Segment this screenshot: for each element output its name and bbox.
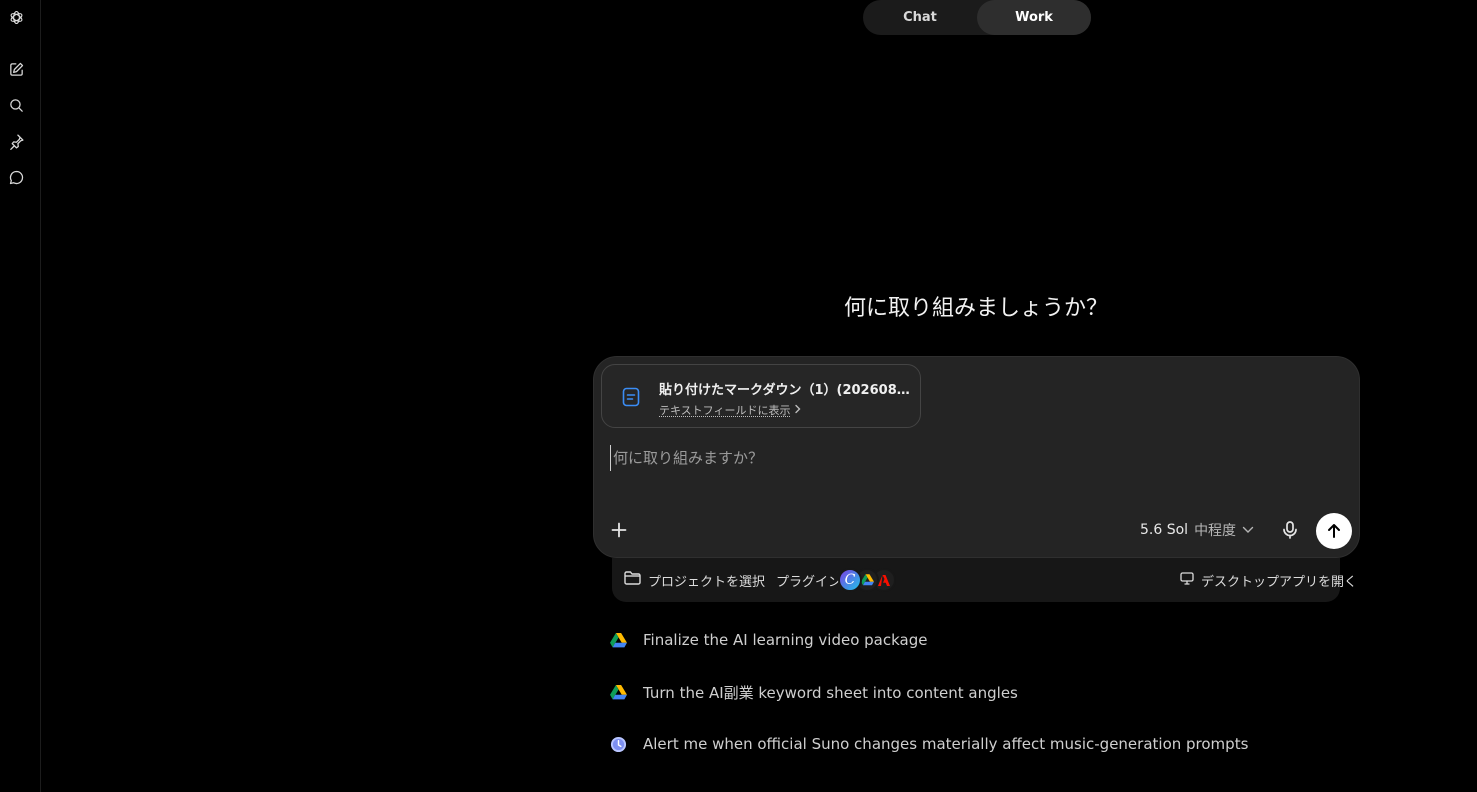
monitor-icon [1180,571,1194,589]
effort-level: 中程度 [1194,523,1237,539]
mode-toggle: Chat Work [863,0,1091,35]
suggestion-text: Finalize the AI learning video package [643,631,928,649]
arrow-up-icon [1328,524,1340,538]
select-project-button[interactable]: プロジェクトを選択 [624,558,765,602]
pin-icon[interactable] [5,130,27,152]
suggestion-text: Turn the AI副業 keyword sheet into content… [643,683,1018,702]
chevron-right-icon [794,404,802,417]
model-name: 5.6 Sol [1140,522,1189,538]
microphone-icon [1283,521,1297,539]
tab-work[interactable]: Work [977,0,1091,35]
composer: 貼り付けたマークダウン（1）(20260807-0... テキストフィールドに表… [593,356,1360,558]
google-drive-icon [609,631,627,649]
open-desktop-app-label: デスクトップアプリを開く [1201,574,1358,590]
tab-chat[interactable]: Chat [863,0,977,35]
new-chat-icon[interactable] [5,58,27,80]
send-button[interactable] [1316,513,1352,549]
google-drive-icon [609,683,627,701]
suggestion-item[interactable]: Finalize the AI learning video package [609,628,927,652]
plugin-badges[interactable]: C [838,568,898,592]
folder-icon [624,571,641,589]
model-selector[interactable]: 5.6 Sol 中程度 [1140,519,1254,541]
open-desktop-app-button[interactable]: デスクトップアプリを開く [1180,558,1357,602]
attachment-title: 貼り付けたマークダウン（1）(20260807-0... [659,383,911,398]
suggestion-item[interactable]: Alert me when official Suno changes mate… [609,732,1248,756]
plugins-button[interactable]: プラグイン [776,558,841,602]
attachment-card[interactable]: 貼り付けたマークダウン（1）(20260807-0... テキストフィールドに表… [601,364,921,428]
attachment-show-link[interactable]: テキストフィールドに表示 [659,402,802,418]
canva-plugin-icon: C [838,568,862,592]
suggestion-item[interactable]: Turn the AI副業 keyword sheet into content… [609,680,1018,704]
page-title: 何に取り組みましょうか？ [843,296,1108,321]
select-project-label: プロジェクトを選択 [648,574,766,590]
prompt-input[interactable] [610,445,1310,471]
add-attachment-button[interactable] [608,519,630,541]
clock-icon [609,735,627,753]
attachment-subtitle: テキストフィールドに表示 [659,404,791,417]
chevron-down-icon [1242,522,1254,538]
chat-bubble-icon[interactable] [5,166,27,188]
openai-logo-icon[interactable] [5,6,27,28]
suggestion-text: Alert me when official Suno changes mate… [643,735,1249,753]
composer-toolbar: プロジェクトを選択 プラグイン C デスクトップアプリを開く [612,558,1357,602]
plugins-label: プラグイン [776,574,842,590]
search-icon[interactable] [5,94,27,116]
document-icon [618,384,644,410]
plus-icon [611,522,627,538]
microphone-button[interactable] [1279,519,1301,541]
sidebar-rail [0,0,41,792]
